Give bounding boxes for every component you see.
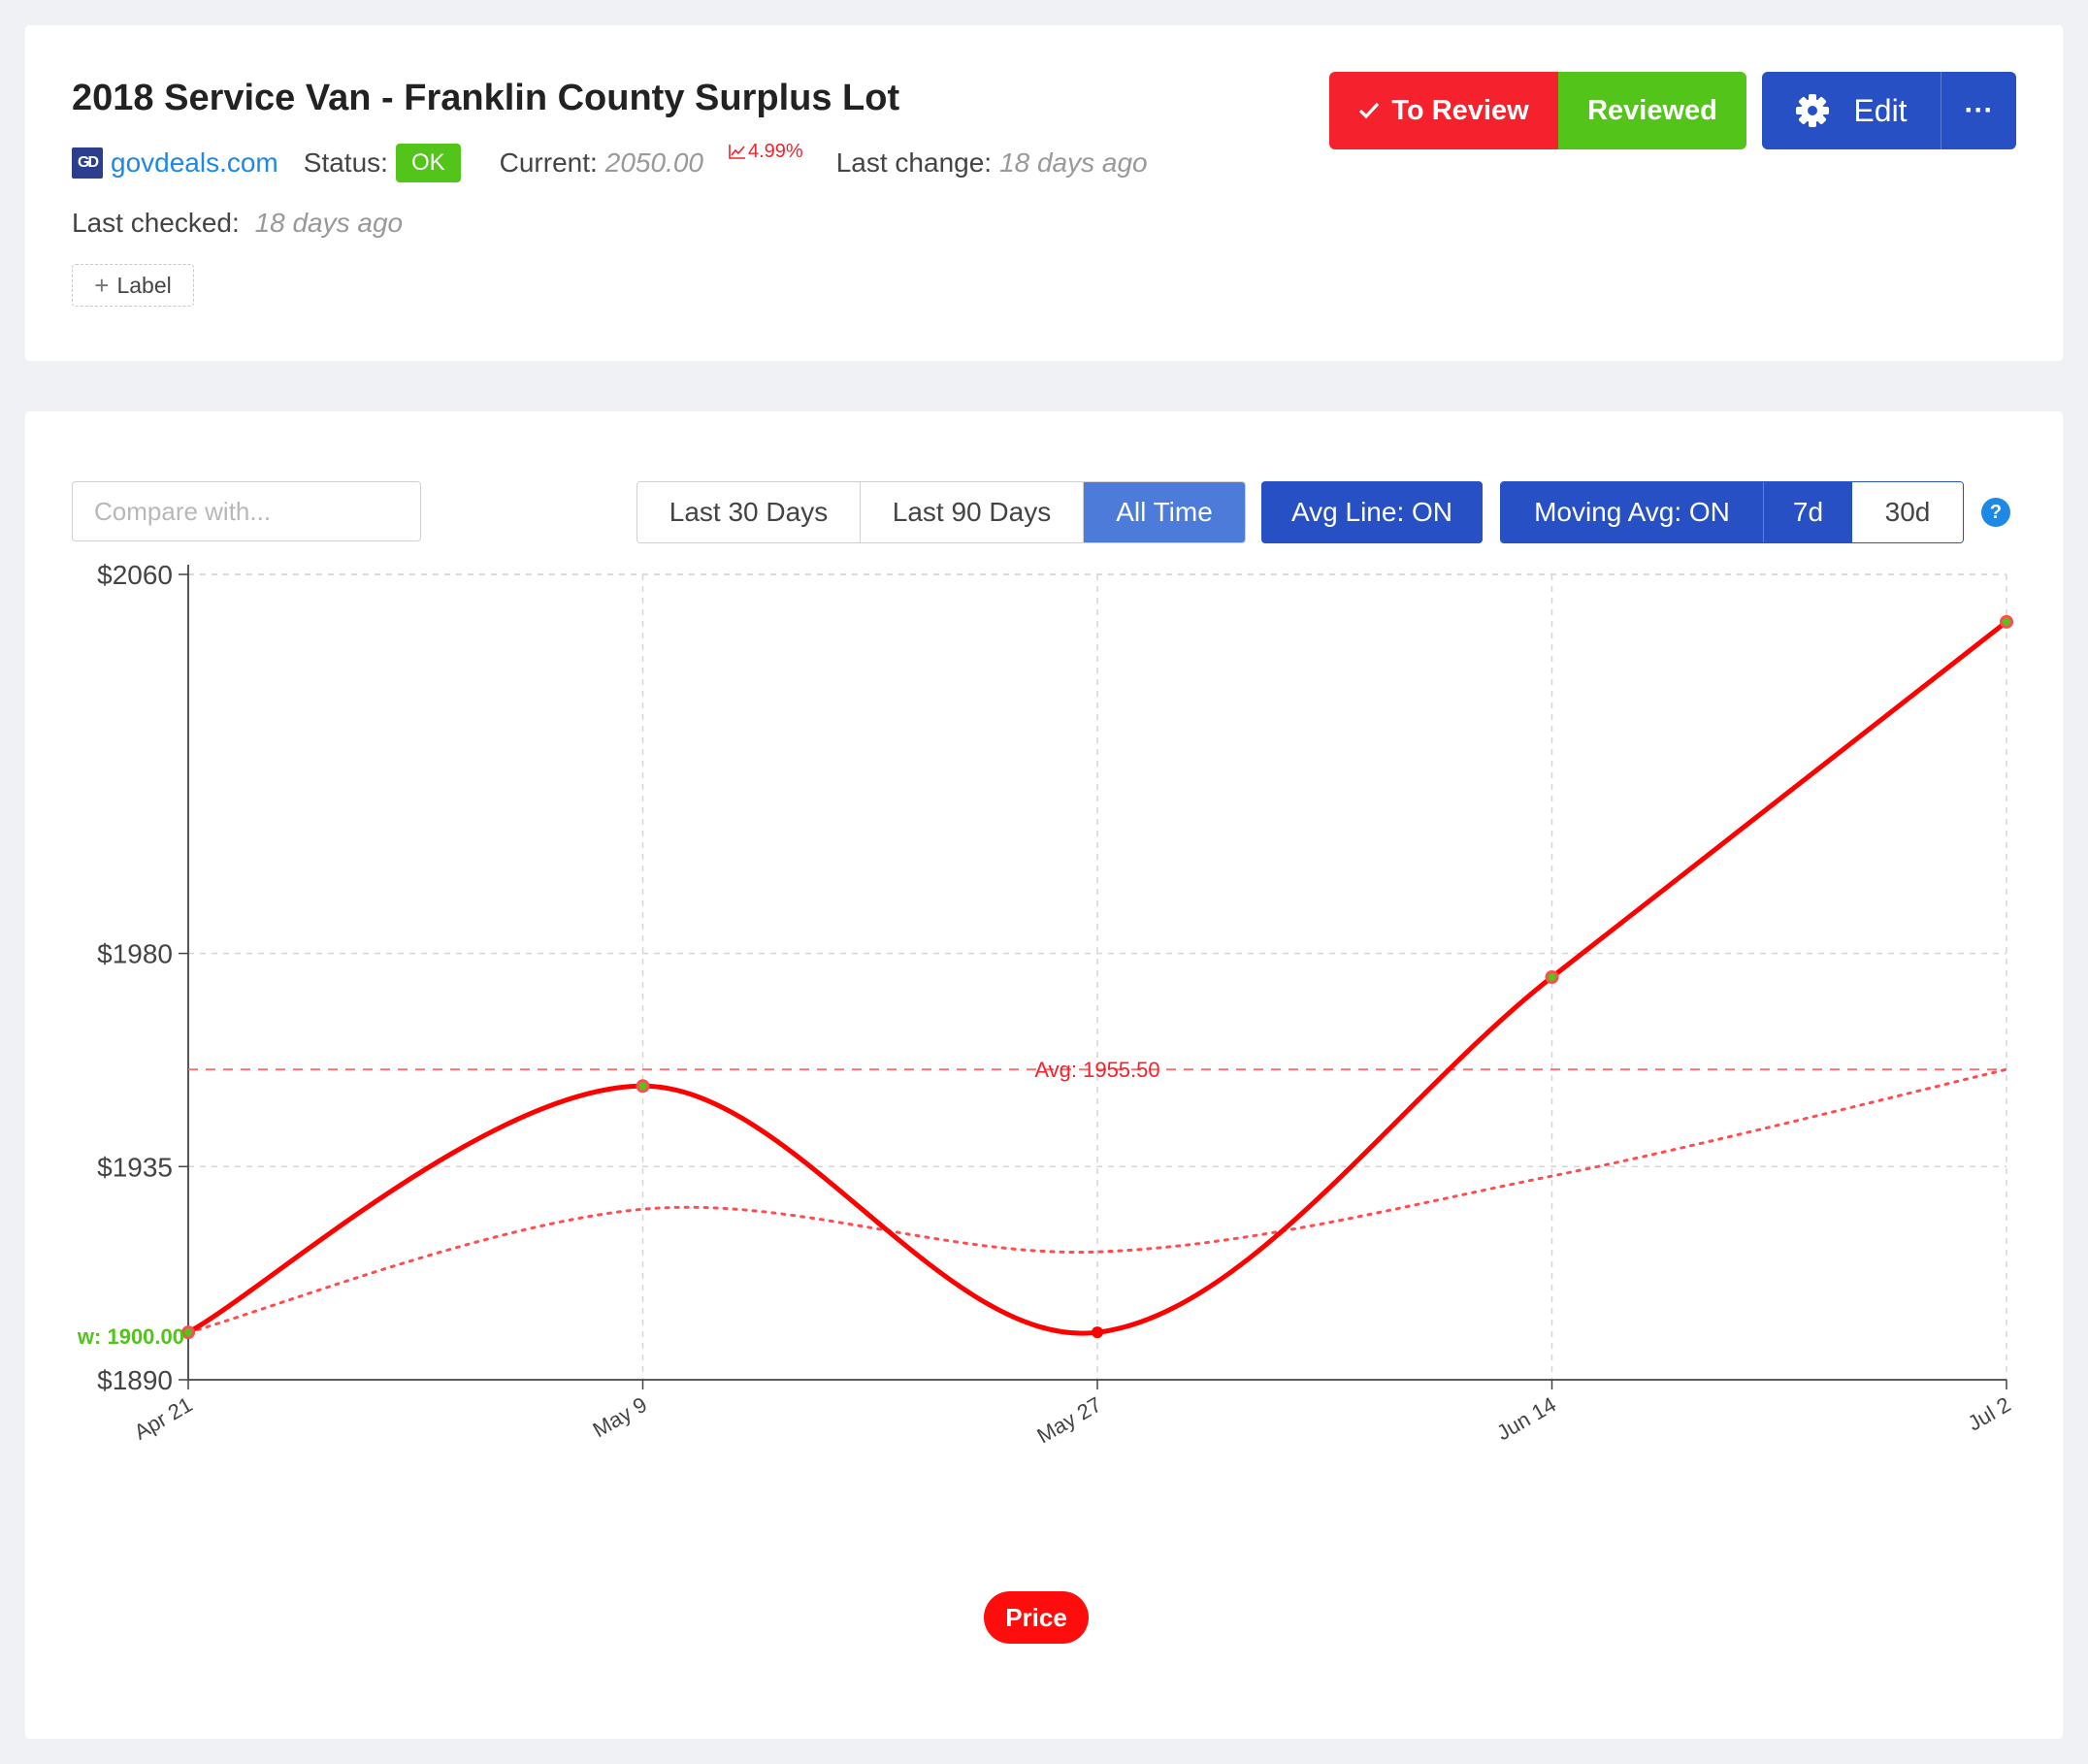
to-review-button[interactable]: To Review: [1329, 72, 1558, 149]
trend-up-icon: [729, 145, 745, 159]
item-summary-card: 2018 Service Van - Franklin County Surpl…: [25, 25, 2063, 361]
y-tick-label: $2060: [97, 560, 173, 590]
low-marker-label: w: 1900.00: [77, 1324, 184, 1349]
last-change-label: Last change:: [835, 147, 993, 178]
x-tick-label: May 27: [1033, 1392, 1106, 1449]
status-badge: OK: [395, 144, 461, 182]
add-label-button[interactable]: + Label: [72, 264, 194, 307]
last-checked-value: 18 days ago: [254, 208, 404, 238]
current-value: 2050.00: [604, 147, 703, 178]
price-chart-card: Last 30 Days Last 90 Days All Time Avg L…: [25, 411, 2063, 1739]
x-tick-label: Apr 21: [130, 1392, 197, 1445]
legend-price[interactable]: Price: [984, 1591, 1089, 1644]
review-button-group: To Review Reviewed: [1329, 72, 1746, 149]
price-point-highlight: [2003, 617, 2010, 626]
avg-line-label: Avg: 1955.50: [1034, 1058, 1159, 1082]
current-label: Current:: [499, 147, 598, 178]
change-indicator: 4.99%: [729, 141, 803, 163]
gear-icon: [1796, 94, 1830, 127]
price-point-highlight: [184, 1328, 192, 1337]
site-link[interactable]: govdeals.com: [111, 147, 278, 179]
price-point-highlight: [638, 1082, 647, 1091]
price-chart: $1890 $1935 $1980 $2060 Apr 21 May 9 May 27 Jun…: [77, 560, 2015, 1449]
price-point-highlight: [1548, 973, 1556, 981]
status-label: Status:: [303, 147, 388, 178]
x-tick-label: Jul 2: [1964, 1392, 2015, 1436]
price-point: [1092, 1326, 1103, 1339]
edit-button-group: Edit ···: [1762, 72, 2016, 149]
last-change-value: 18 days ago: [999, 147, 1148, 178]
meta-row: GD govdeals.com Status: OK Current: 2050…: [72, 140, 1148, 186]
reviewed-button[interactable]: Reviewed: [1558, 72, 1746, 149]
add-label-text: Label: [116, 272, 172, 298]
y-tick-label: $1890: [97, 1365, 173, 1395]
page-title: 2018 Service Van - Franklin County Surpl…: [72, 78, 900, 118]
to-review-label: To Review: [1391, 94, 1529, 126]
x-tick-label: Jun 14: [1492, 1392, 1560, 1446]
site-logo-icon: GD: [72, 147, 103, 179]
edit-label: Edit: [1853, 92, 1908, 128]
last-checked-row: Last checked: 18 days ago: [72, 208, 403, 239]
moving-avg-line: [186, 1067, 2008, 1334]
change-percent: 4.99%: [748, 140, 803, 162]
edit-button[interactable]: Edit: [1762, 72, 1941, 149]
x-tick-label: May 9: [589, 1392, 651, 1443]
y-tick-label: $1935: [97, 1152, 173, 1182]
more-options-button[interactable]: ···: [1941, 72, 2016, 149]
y-tick-label: $1980: [97, 939, 173, 969]
plus-icon: +: [94, 270, 110, 300]
last-checked-label: Last checked:: [72, 208, 240, 238]
check-icon: [1359, 102, 1380, 119]
